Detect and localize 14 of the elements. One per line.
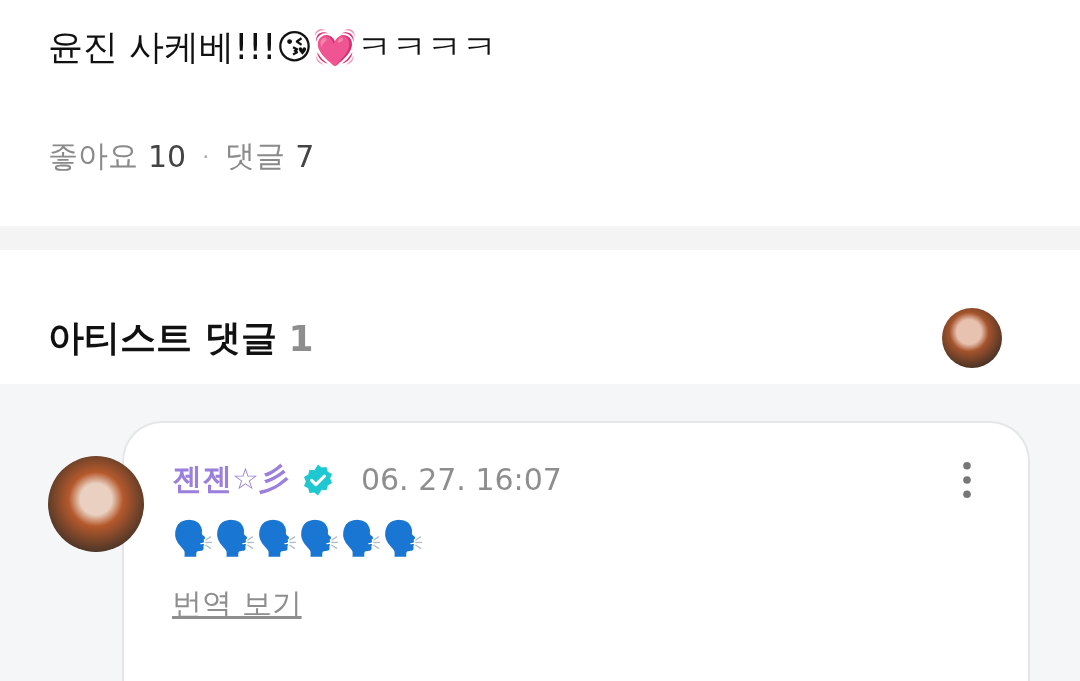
comment-text: 🗣🗣🗣🗣🗣🗣 <box>172 517 425 560</box>
comment-count: 1 <box>288 317 314 359</box>
comment-time: 06. 27. 16:07 <box>360 462 562 497</box>
comments-label[interactable]: 댓글 <box>225 136 286 177</box>
author-name[interactable]: 젠젠☆彡 <box>172 459 289 500</box>
separator-dot: · <box>202 144 210 169</box>
likes-label[interactable]: 좋아요 <box>48 136 138 177</box>
post-text: 윤진 사케베!!!😘💓ㅋㅋㅋㅋ <box>48 26 498 69</box>
translate-link[interactable]: 번역 보기 <box>172 584 302 625</box>
likes-count: 10 <box>148 139 187 174</box>
section-title: 아티스트 댓글 <box>48 315 277 360</box>
comments-count: 7 <box>295 139 315 174</box>
avatar[interactable] <box>942 308 1002 368</box>
more-options-icon[interactable] <box>962 460 972 499</box>
